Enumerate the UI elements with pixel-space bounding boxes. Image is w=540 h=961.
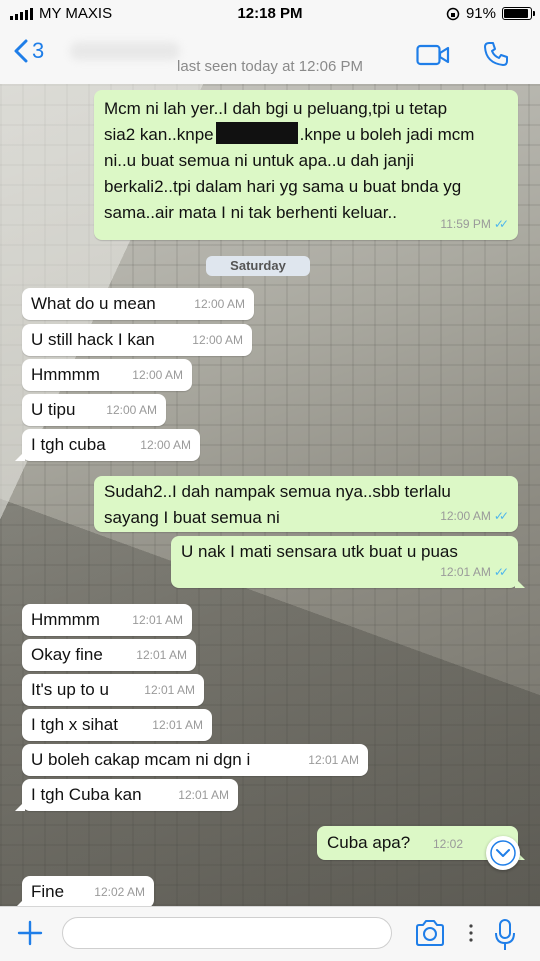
double-check-icon: ✓✓ xyxy=(493,217,509,231)
message-text: Fine xyxy=(31,882,65,901)
message-time: 12:01 AM xyxy=(144,683,195,697)
message-incoming[interactable]: I tgh Cuba kan 12:01 AM xyxy=(15,779,238,811)
battery-percent: 91% xyxy=(465,5,496,22)
message-time: 12:00 AM xyxy=(140,438,191,452)
message-outgoing[interactable]: Sudah2..I dah nampak semua nya..sbb terl… xyxy=(94,476,518,532)
message-text: Okay fine xyxy=(31,645,103,664)
message-incoming[interactable]: I tgh x sihat 12:01 AM xyxy=(22,709,212,741)
message-outgoing[interactable]: U nak I mati sensara utk buat u puas 12:… xyxy=(171,536,525,588)
message-incoming[interactable]: What do u mean 12:00 AM xyxy=(22,288,254,320)
message-text: U boleh cakap mcam ni dgn i xyxy=(31,750,251,769)
message-time: 11:59 PM xyxy=(440,217,491,231)
message-meta: 12:00 AM ✓✓ xyxy=(440,503,509,529)
chevron-down-icon xyxy=(490,840,516,866)
message-input-bar xyxy=(0,906,540,961)
message-text: I tgh cuba xyxy=(31,435,106,454)
orientation-lock-icon xyxy=(446,7,460,20)
message-text: U tipu xyxy=(31,400,76,419)
message-text: Cuba apa? xyxy=(327,833,411,852)
message-incoming[interactable]: Hmmmm 12:01 AM xyxy=(22,604,192,636)
message-time: 12:00 AM xyxy=(440,509,491,523)
message-time: 12:01 AM xyxy=(440,565,491,579)
chat-area[interactable]: Mcm ni lah yer..I dah bgi u peluang,tpi … xyxy=(0,84,540,906)
message-text: Hmmmm xyxy=(31,610,100,629)
message-text-line: Sudah2..I dah nampak semua nya..sbb terl… xyxy=(104,482,451,501)
double-check-icon: ✓✓ xyxy=(493,565,509,579)
message-text-line: sia2 kan..knpe xyxy=(104,125,214,144)
message-incoming[interactable]: I tgh cuba 12:00 AM xyxy=(15,429,200,461)
message-input[interactable] xyxy=(62,917,392,949)
message-time: 12:01 AM xyxy=(136,648,187,662)
message-text-line: ni..u buat semua ni untuk apa..u dah jan… xyxy=(104,151,414,170)
message-time: 12:01 AM xyxy=(152,718,203,732)
microphone-icon[interactable] xyxy=(494,918,516,952)
chat-header: 3 last seen today at 12:06 PM xyxy=(0,28,540,85)
message-time: 12:01 AM xyxy=(308,753,359,767)
phone-icon[interactable] xyxy=(482,40,510,68)
message-time: 12:00 AM xyxy=(132,368,183,382)
message-incoming[interactable]: U still hack I kan 12:00 AM xyxy=(22,324,252,356)
message-text: What do u mean xyxy=(31,294,156,313)
more-dots-icon xyxy=(469,924,473,942)
message-text: I tgh Cuba kan xyxy=(31,785,142,804)
message-time: 12:01 AM xyxy=(178,788,229,802)
battery-icon xyxy=(502,7,535,20)
message-text: I tgh x sihat xyxy=(31,715,118,734)
message-meta: 12:01 AM ✓✓ xyxy=(440,559,509,585)
message-time: 12:00 AM xyxy=(194,297,245,311)
camera-icon[interactable] xyxy=(414,919,446,947)
video-call-icon[interactable] xyxy=(416,44,450,66)
message-incoming[interactable]: Fine 12:02 AM xyxy=(15,876,154,906)
message-text-line: berkali2..tpi dalam hari yg sama u buat … xyxy=(104,177,462,196)
battery-group: 91% xyxy=(446,5,535,22)
message-outgoing[interactable]: Mcm ni lah yer..I dah bgi u peluang,tpi … xyxy=(94,90,518,240)
redacted-block xyxy=(215,122,298,144)
message-text-line: .knpe u boleh jadi mcm xyxy=(299,125,475,144)
last-seen-status: last seen today at 12:06 PM xyxy=(177,58,363,75)
message-time: 12:02 AM xyxy=(94,885,145,899)
message-text: Hmmmm xyxy=(31,365,100,384)
message-incoming[interactable]: U tipu 12:00 AM xyxy=(22,394,166,426)
message-time: 12:01 AM xyxy=(132,613,183,627)
status-bar: MY MAXIS 12:18 PM 91% xyxy=(0,0,540,28)
double-check-icon: ✓✓ xyxy=(493,509,509,523)
date-separator: Saturday xyxy=(206,256,310,276)
message-incoming[interactable]: Hmmmm 12:00 AM xyxy=(22,359,192,391)
scroll-to-bottom-button[interactable] xyxy=(486,836,520,870)
message-incoming[interactable]: Okay fine 12:01 AM xyxy=(22,639,196,671)
message-time: 12:00 AM xyxy=(106,403,157,417)
message-time: 12:00 AM xyxy=(192,333,243,347)
message-time: 12:02 xyxy=(433,837,464,851)
message-text-line: Mcm ni lah yer..I dah bgi u peluang,tpi … xyxy=(104,99,448,118)
plus-icon[interactable] xyxy=(14,917,46,949)
message-meta: 11:59 PM ✓✓ xyxy=(440,211,509,237)
message-incoming[interactable]: It's up to u 12:01 AM xyxy=(22,674,204,706)
message-text: It's up to u xyxy=(31,680,109,699)
message-text: U still hack I kan xyxy=(31,330,155,349)
message-incoming[interactable]: U boleh cakap mcam ni dgn i 12:01 AM xyxy=(22,744,368,776)
